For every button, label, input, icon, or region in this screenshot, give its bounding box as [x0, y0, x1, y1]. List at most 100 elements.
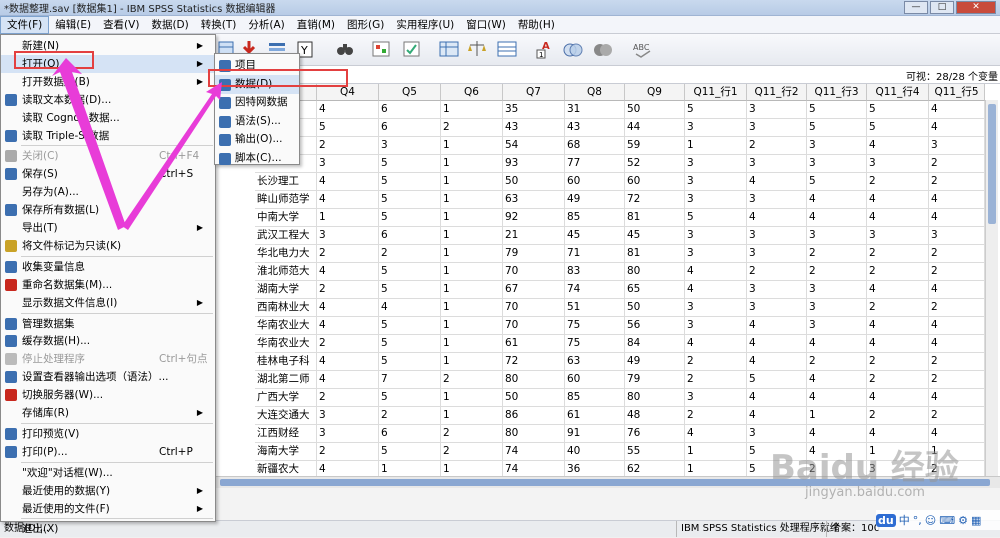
table-cell-name[interactable]: 湖北第二师 — [255, 371, 317, 389]
open-submenu-item[interactable]: 因特网数据 — [215, 93, 299, 112]
table-cell[interactable]: 4 — [317, 317, 379, 335]
column-header[interactable]: Q11_行1 — [685, 84, 747, 101]
menu-transform[interactable]: 转换(T) — [195, 16, 243, 34]
table-cell[interactable]: 3 — [747, 101, 807, 119]
column-header[interactable]: Q7 — [503, 84, 565, 101]
file-menu-item[interactable]: 缓存数据(H)... — [1, 332, 215, 350]
column-header[interactable]: Q11_行5 — [929, 84, 985, 101]
file-menu-item[interactable]: 停止处理程序 Ctrl+句点 — [1, 350, 215, 368]
table-cell-name[interactable]: 中南大学 — [255, 209, 317, 227]
table-cell[interactable]: 3 — [317, 155, 379, 173]
table-cell-name[interactable]: 西南林业大 — [255, 299, 317, 317]
table-cell[interactable]: 4 — [317, 263, 379, 281]
table-cell[interactable]: 2 — [867, 353, 929, 371]
table-cell[interactable]: 4 — [317, 101, 379, 119]
table-cell[interactable]: 92 — [503, 209, 565, 227]
table-cell[interactable]: 2 — [685, 407, 747, 425]
table-cell[interactable]: 75 — [565, 317, 625, 335]
table-cell[interactable]: 1 — [441, 281, 503, 299]
table-cell[interactable]: 1 — [441, 173, 503, 191]
file-menu-item[interactable]: 导出(T) ▶ — [1, 219, 215, 237]
punctuation-icon[interactable]: °, — [913, 514, 922, 527]
table-cell[interactable]: 3 — [685, 317, 747, 335]
table-cell[interactable]: 3 — [685, 389, 747, 407]
table-cell[interactable]: 5 — [807, 101, 867, 119]
table-cell[interactable]: 91 — [565, 425, 625, 443]
file-menu-item[interactable]: 关闭(C) Ctrl+F4 — [1, 147, 215, 165]
use-sets-icon[interactable] — [562, 38, 584, 60]
table-cell[interactable]: 4 — [807, 335, 867, 353]
table-cell[interactable]: 4 — [867, 137, 929, 155]
table-cell[interactable]: 5 — [807, 119, 867, 137]
go-to-case-icon[interactable] — [370, 38, 392, 60]
column-header[interactable]: Q11_行2 — [747, 84, 807, 101]
table-cell[interactable]: 4 — [747, 407, 807, 425]
table-cell[interactable]: 93 — [503, 155, 565, 173]
table-cell[interactable]: 4 — [747, 335, 807, 353]
table-cell[interactable]: 5 — [379, 191, 441, 209]
table-cell-name[interactable]: 眸山师范学 — [255, 191, 317, 209]
table-cell[interactable]: 1 — [441, 137, 503, 155]
table-cell[interactable]: 72 — [503, 353, 565, 371]
table-cell[interactable]: 4 — [379, 299, 441, 317]
table-cell[interactable]: 4 — [747, 173, 807, 191]
table-cell[interactable]: 5 — [807, 173, 867, 191]
table-cell-name[interactable]: 海南大学 — [255, 443, 317, 461]
table-cell[interactable]: 2 — [807, 353, 867, 371]
table-cell[interactable]: 1 — [685, 461, 747, 476]
table-cell[interactable]: 51 — [565, 299, 625, 317]
table-cell[interactable]: 3 — [685, 299, 747, 317]
table-cell[interactable]: 36 — [565, 461, 625, 476]
table-cell[interactable]: 80 — [625, 263, 685, 281]
file-menu-item[interactable]: 另存为(A)... — [1, 183, 215, 201]
table-cell[interactable]: 62 — [625, 461, 685, 476]
table-cell[interactable]: 3 — [317, 407, 379, 425]
table-cell-name[interactable]: 华南农业大 — [255, 317, 317, 335]
close-button[interactable]: ✕ — [956, 1, 996, 14]
emoji-icon[interactable]: ☺ — [925, 514, 936, 527]
table-cell[interactable]: 2 — [685, 353, 747, 371]
table-cell[interactable]: 5 — [867, 119, 929, 137]
table-cell[interactable]: 5 — [317, 119, 379, 137]
open-submenu-item[interactable]: 脚本(C)... — [215, 149, 299, 168]
file-menu-item[interactable]: 收集变量信息 — [1, 258, 215, 276]
table-cell[interactable]: 3 — [747, 299, 807, 317]
table-cell-name[interactable]: 武汉工程大 — [255, 227, 317, 245]
table-cell[interactable]: 85 — [565, 209, 625, 227]
table-cell-name[interactable]: 新疆农大 — [255, 461, 317, 476]
table-cell[interactable]: 4 — [867, 281, 929, 299]
table-cell[interactable]: 2 — [929, 245, 985, 263]
table-cell[interactable]: 3 — [317, 227, 379, 245]
table-cell[interactable]: 60 — [565, 173, 625, 191]
table-cell[interactable]: 3 — [747, 227, 807, 245]
find-icon[interactable] — [334, 38, 356, 60]
table-cell[interactable]: 70 — [503, 317, 565, 335]
table-cell[interactable]: 3 — [379, 137, 441, 155]
table-cell-name[interactable]: 华北电力大 — [255, 245, 317, 263]
table-cell[interactable]: 48 — [625, 407, 685, 425]
table-cell[interactable]: 68 — [565, 137, 625, 155]
file-menu-item[interactable]: 最近使用的数据(Y) ▶ — [1, 482, 215, 500]
table-cell[interactable]: 3 — [867, 227, 929, 245]
table-cell[interactable]: 49 — [625, 353, 685, 371]
table-cell[interactable]: 3 — [807, 227, 867, 245]
grid-icon[interactable]: ▦ — [971, 514, 981, 527]
table-cell-name[interactable]: 长沙理工 — [255, 173, 317, 191]
table-cell[interactable]: 21 — [503, 227, 565, 245]
table-cell[interactable]: 49 — [565, 191, 625, 209]
table-cell[interactable]: 4 — [685, 425, 747, 443]
table-cell[interactable]: 4 — [685, 263, 747, 281]
keyboard-icon[interactable]: ⌨ — [939, 514, 955, 527]
file-menu-item[interactable]: 读取 Triple-S 数据 — [1, 127, 215, 145]
vertical-scroll-thumb[interactable] — [988, 104, 996, 224]
table-cell[interactable]: 59 — [625, 137, 685, 155]
table-cell[interactable]: 50 — [625, 299, 685, 317]
column-header[interactable]: Q11_行4 — [867, 84, 929, 101]
table-cell[interactable]: 80 — [503, 371, 565, 389]
table-cell[interactable]: 67 — [503, 281, 565, 299]
table-cell[interactable]: 1 — [441, 389, 503, 407]
table-cell[interactable]: 4 — [317, 371, 379, 389]
table-cell[interactable]: 40 — [565, 443, 625, 461]
file-menu-item[interactable]: 读取文本数据(D)... — [1, 91, 215, 109]
table-cell[interactable]: 3 — [685, 191, 747, 209]
